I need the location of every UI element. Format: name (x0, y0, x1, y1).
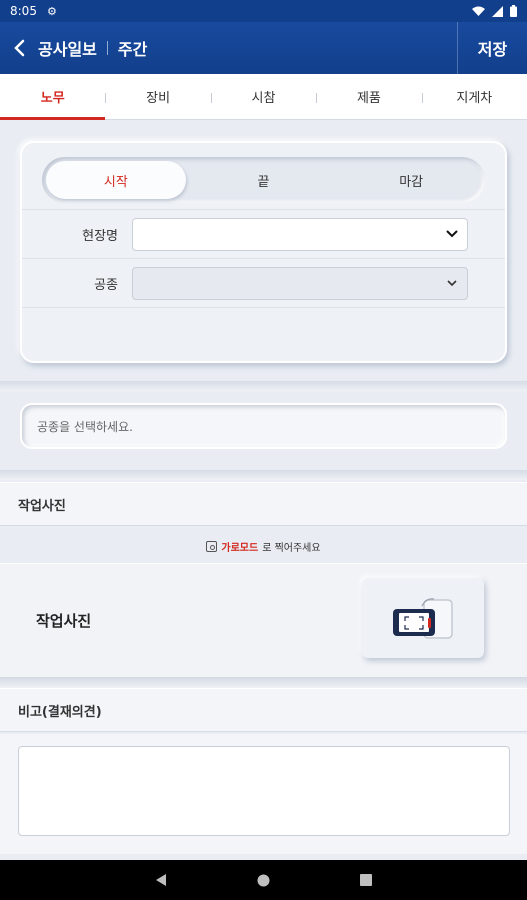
remarks-header: 비고(결재의견) (0, 688, 527, 732)
take-photo-button[interactable] (362, 578, 484, 658)
rotate-phone-camera-icon (393, 598, 453, 639)
empty-row (22, 307, 505, 356)
phase-segmented-control: 시작 끝 마감 (42, 157, 485, 203)
section-divider (0, 470, 527, 480)
work-photo-card: 작업사진 (0, 563, 527, 678)
settings-status-icon: ⚙ (46, 4, 57, 18)
work-photo-header: 작업사진 (0, 482, 527, 526)
back-button[interactable] (0, 22, 38, 74)
landscape-hint: 가로모드 로 찍어주세요 (0, 532, 527, 560)
nav-home-button[interactable] (257, 874, 270, 887)
triangle-back-icon (156, 874, 166, 886)
signal-icon (492, 5, 503, 17)
tab-labor[interactable]: 노무 (0, 74, 106, 120)
tab-inspection[interactable]: 시참 (210, 74, 316, 119)
chevron-left-icon (14, 39, 25, 57)
nav-back-button[interactable] (155, 873, 167, 887)
square-recents-icon (360, 874, 372, 886)
section-divider (0, 678, 527, 688)
save-button[interactable]: 저장 (457, 22, 527, 74)
system-nav-bar (0, 860, 527, 900)
circle-home-icon (257, 874, 270, 886)
site-row: 현장명 (22, 209, 505, 258)
chevron-down-icon (447, 279, 457, 286)
site-select[interactable] (132, 217, 468, 251)
hint-text: 로 찍어주세요 (262, 542, 321, 554)
trade-label: 공종 (94, 277, 118, 293)
tab-product[interactable]: 제품 (316, 74, 421, 119)
hint-highlight: 가로모드 (221, 542, 259, 554)
segment-end[interactable]: 끝 (194, 161, 334, 199)
page-subtitle: 주간 (117, 40, 148, 59)
section-divider (0, 381, 527, 391)
site-label: 현장명 (82, 228, 118, 244)
work-photo-label: 작업사진 (36, 612, 92, 630)
page-title: 공사일보 (38, 40, 97, 59)
tab-forklift[interactable]: 지게차 (421, 74, 527, 119)
tab-equipment[interactable]: 장비 (105, 74, 210, 119)
remarks-textarea[interactable] (18, 746, 510, 836)
nav-recents-button[interactable] (360, 874, 372, 886)
battery-icon (510, 5, 517, 17)
category-tabs: 노무 장비 시참 제품 지게차 (0, 74, 527, 120)
wifi-icon (472, 6, 485, 16)
title-divider (106, 41, 108, 55)
app-header: 공사일보 주간 저장 (0, 22, 527, 74)
work-form-panel: 시작 끝 마감 현장명 공종 (20, 141, 507, 363)
trade-notice-field[interactable]: 공종을 선택하세요. (20, 403, 507, 449)
camera-hint-icon (206, 540, 218, 552)
chevron-down-icon (446, 229, 458, 237)
segment-start[interactable]: 시작 (46, 161, 186, 199)
trade-row: 공종 (22, 258, 505, 307)
trade-select[interactable] (132, 266, 468, 300)
status-bar: 8:05 ⚙ (0, 0, 527, 22)
segment-close[interactable]: 마감 (341, 161, 481, 199)
remarks-container (0, 734, 527, 854)
status-time: 8:05 (10, 4, 37, 18)
